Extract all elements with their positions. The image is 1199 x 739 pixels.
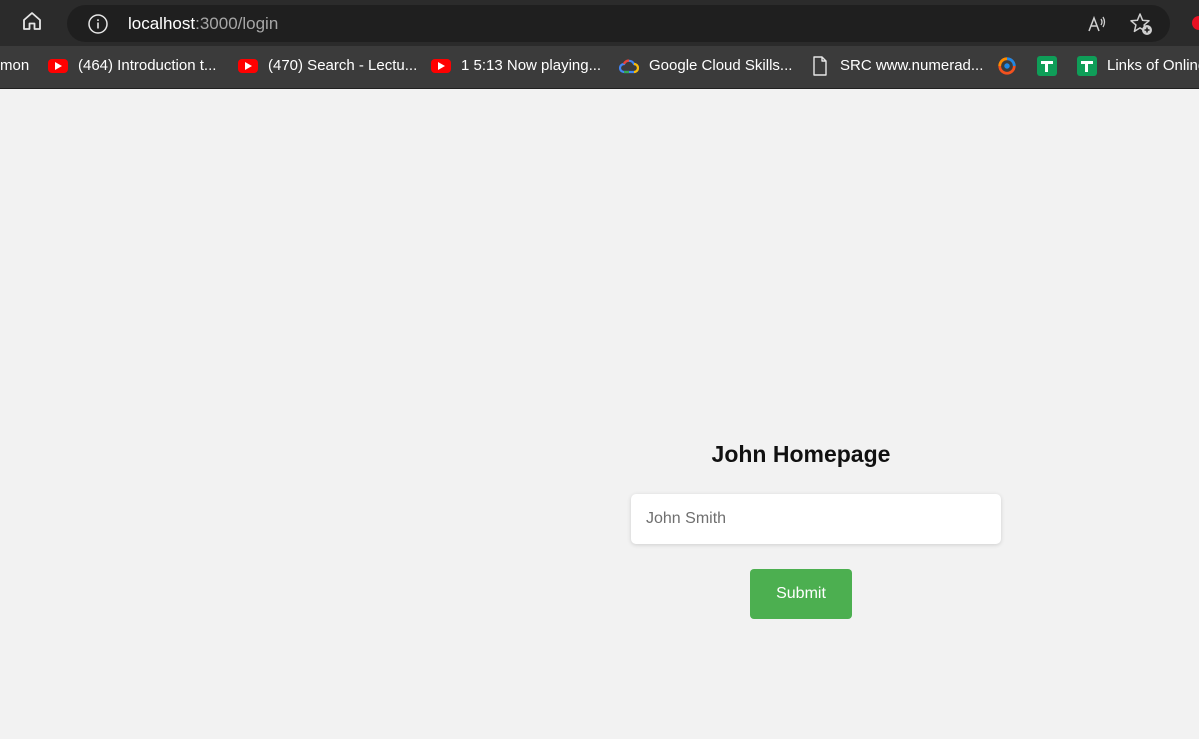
bookmark-item[interactable]: SRC www.numerad... (810, 55, 983, 77)
page-icon (810, 56, 830, 76)
info-icon[interactable] (87, 13, 109, 35)
bookmark-label: Google Cloud Skills... (649, 57, 793, 74)
bookmark-label: 1 5:13 Now playing... (461, 57, 602, 74)
bookmarks-bar: mon (464) Introduction t... (470) Search… (0, 46, 1199, 89)
browser-chrome: localhost:3000/login mon (464) Introduct… (0, 0, 1199, 89)
name-input[interactable] (631, 494, 1001, 544)
youtube-icon (431, 56, 451, 76)
bookmark-item[interactable]: (464) Introduction t... (48, 55, 216, 77)
sheets-icon (1077, 56, 1097, 76)
url-text[interactable]: localhost:3000/login (128, 13, 278, 35)
home-button[interactable] (16, 8, 48, 38)
bookmark-item[interactable] (1037, 55, 1067, 77)
youtube-icon (238, 56, 258, 76)
bookmark-item[interactable]: 1 5:13 Now playing... (431, 55, 601, 77)
add-favorite-icon[interactable] (1128, 11, 1154, 37)
bookmark-item[interactable] (997, 55, 1027, 77)
colorful-app-icon (997, 56, 1017, 76)
bookmark-item[interactable]: Google Cloud Skills... (619, 55, 792, 77)
bookmark-item[interactable]: mon (0, 55, 29, 77)
bookmark-item[interactable]: Links of Online (1077, 55, 1199, 77)
google-cloud-icon (619, 56, 639, 76)
bookmark-label: SRC www.numerad... (840, 57, 984, 74)
bookmark-label: mon (0, 57, 30, 74)
home-icon (21, 10, 43, 37)
submit-button[interactable]: Submit (750, 569, 852, 619)
bookmark-label: (464) Introduction t... (78, 57, 217, 74)
youtube-icon (48, 56, 68, 76)
bookmark-item[interactable]: (470) Search - Lectu... (238, 55, 417, 77)
bookmark-label: Links of Online (1107, 57, 1199, 74)
page-title: John Homepage (711, 441, 891, 467)
bookmark-label: (470) Search - Lectu... (268, 57, 418, 74)
url-host: localhost (128, 14, 196, 33)
url-path: :3000/login (195, 14, 279, 33)
sheets-icon (1037, 56, 1057, 76)
browser-toolbar: localhost:3000/login (0, 0, 1199, 46)
extension-icon[interactable] (1192, 16, 1199, 30)
read-aloud-icon[interactable] (1085, 12, 1109, 36)
page-content: John Homepage Submit (0, 89, 1199, 739)
address-bar[interactable]: localhost:3000/login (67, 5, 1170, 42)
